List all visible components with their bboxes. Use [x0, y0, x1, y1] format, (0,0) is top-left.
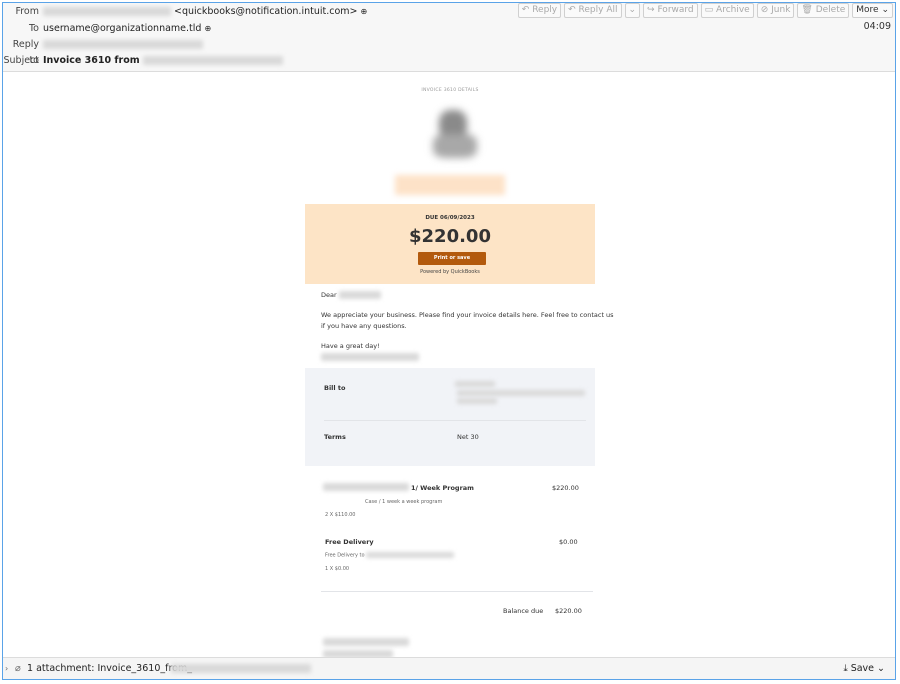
download-icon: ⤓ [843, 663, 848, 674]
contact-icon[interactable]: ⊕ [204, 24, 211, 33]
item-name: 1/ Week Program [411, 484, 474, 492]
message-toolbar: ↶ Reply ↶ Reply All ⌄ ↪ Forward ▭ Archiv… [517, 3, 893, 18]
recipient-name-redacted [338, 291, 381, 299]
reply-button[interactable]: ↶ Reply [517, 3, 562, 18]
save-attachment-button[interactable]: ⤓ Save ⌄ [843, 658, 885, 679]
company-logo-redacted [425, 104, 485, 164]
paperclip-icon: ⌀ [15, 663, 21, 674]
message-line-1: We appreciate your business. Please find… [321, 311, 614, 319]
signature-redacted [321, 353, 419, 361]
message-header: From <quickbooks@notification.intuit.com… [3, 3, 895, 72]
email-window: From <quickbooks@notification.intuit.com… [2, 2, 896, 680]
item-amount: $0.00 [559, 538, 578, 546]
due-amount: $220.00 [409, 226, 491, 247]
greeting: Dear [321, 291, 381, 299]
replyto-redacted [43, 40, 203, 49]
bill-to-label: Bill to [324, 384, 346, 392]
message-body: INVOICE 3610 DETAILS DUE 06/09/2023 $220… [3, 72, 895, 657]
print-or-save-button[interactable]: Print or save [418, 252, 486, 265]
to-email[interactable]: username@organizationname.tld [43, 23, 201, 34]
from-label: From [15, 6, 39, 17]
archive-button[interactable]: ▭ Archive [700, 3, 754, 18]
bill-to-address-redacted [455, 381, 495, 387]
message-line-2: if you have any questions. [321, 322, 407, 330]
contact-icon[interactable]: ⊕ [361, 7, 368, 16]
bill-to-section: Bill to Terms Net 30 [305, 368, 595, 466]
item-description: Free Delivery to [325, 552, 365, 559]
item-amount: $220.00 [552, 484, 579, 492]
subject-text: Invoice 3610 from [43, 55, 140, 66]
item-name-redacted [323, 483, 409, 491]
delete-button[interactable]: 🗑 Delete [797, 3, 850, 18]
delivery-address-redacted [366, 552, 455, 558]
divider [321, 591, 593, 592]
item-quantity: 2 X $110.00 [325, 512, 356, 518]
expand-attachments-icon[interactable]: › [5, 658, 8, 679]
divider [324, 420, 586, 421]
item-quantity: 1 X $0.00 [325, 566, 350, 572]
junk-button[interactable]: ⊘ Junk [756, 3, 795, 18]
footer-text-redacted [323, 638, 409, 646]
item-name: Free Delivery [325, 538, 374, 546]
due-summary-box: DUE 06/09/2023 $220.00 Print or save Pow… [305, 204, 595, 284]
forward-button[interactable]: ↪ Forward [643, 3, 698, 18]
from-email[interactable]: <quickbooks@notification.intuit.com> [174, 6, 357, 17]
sender-name-redacted [43, 7, 171, 16]
balance-value: $220.00 [555, 607, 582, 615]
closing-text: Have a great day! [321, 342, 380, 350]
attachment-name-redacted [171, 664, 311, 673]
subject-redacted [142, 56, 283, 65]
attachment-name[interactable]: 1 attachment: Invoice_3610_from_ [27, 658, 192, 679]
message-time: 04:09 [863, 21, 891, 32]
subject-label: Subject [3, 55, 39, 66]
balance-label: Balance due [503, 607, 544, 615]
more-button[interactable]: More ⌄ [852, 3, 893, 18]
attachment-bar: › ⌀ 1 attachment: Invoice_3610_from_ ⤓ S… [3, 657, 895, 679]
company-name-redacted [395, 175, 505, 195]
terms-label: Terms [324, 433, 346, 441]
due-date: DUE 06/09/2023 [425, 215, 475, 221]
reply-all-button[interactable]: ↶ Reply All [564, 3, 622, 18]
powered-by-text: Powered by QuickBooks [420, 269, 480, 275]
reply-dropdown-button[interactable]: ⌄ [624, 3, 641, 18]
terms-value: Net 30 [457, 433, 479, 441]
invoice-details-caption: INVOICE 3610 DETAILS [421, 88, 479, 93]
item-description: Case / 1 week a week program [365, 499, 443, 505]
to-label: To [28, 23, 39, 34]
